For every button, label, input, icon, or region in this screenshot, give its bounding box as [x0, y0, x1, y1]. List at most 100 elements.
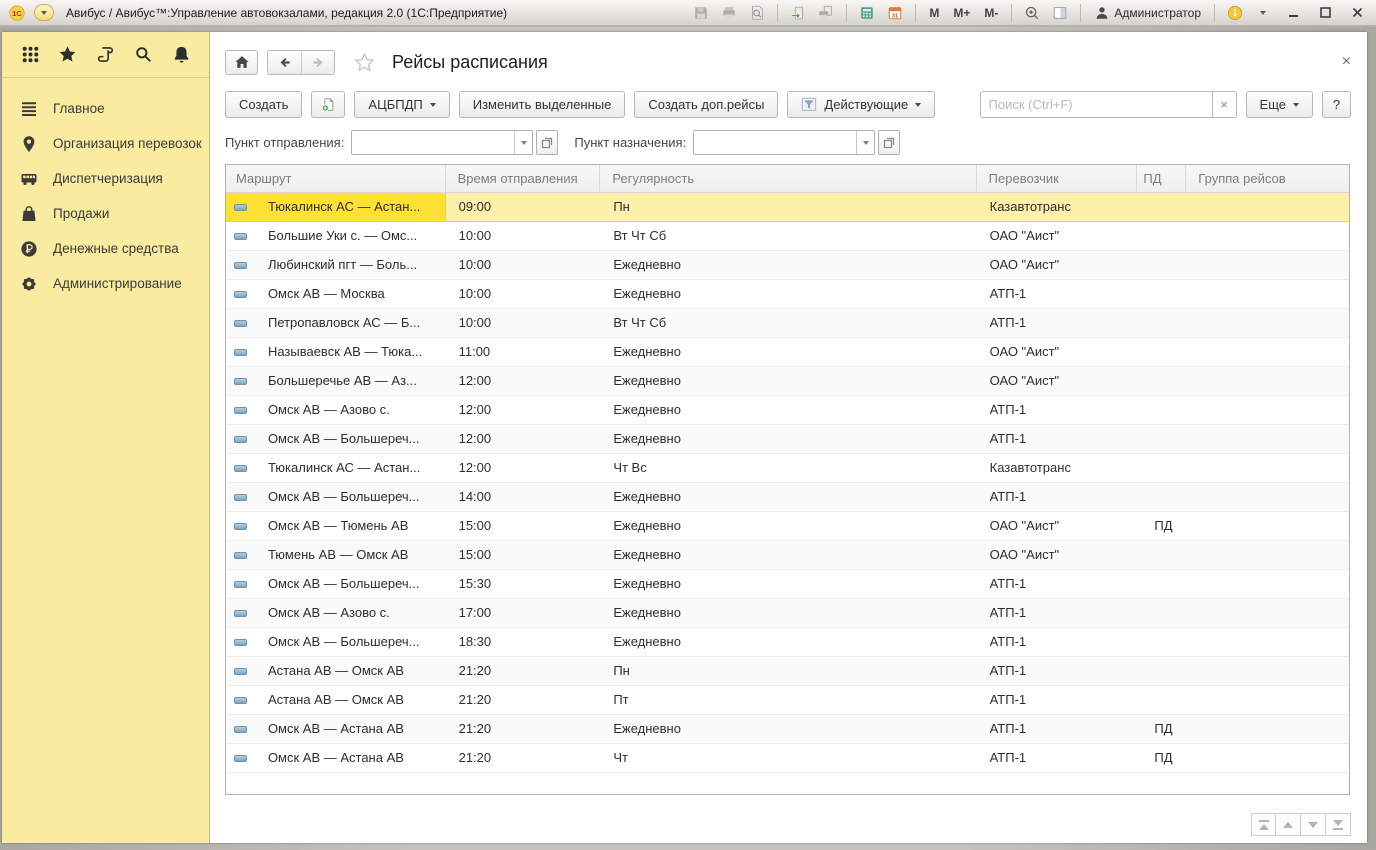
- cell-regularity[interactable]: Ежедневно: [600, 425, 976, 453]
- print-document-icon[interactable]: [815, 3, 837, 23]
- cell-group[interactable]: [1186, 483, 1349, 511]
- destination-open-button[interactable]: [878, 130, 900, 155]
- cell-route[interactable]: Омск АВ — Астана АВ: [256, 744, 446, 772]
- cell-carrier[interactable]: ОАО "Аист": [977, 367, 1138, 395]
- cell-carrier[interactable]: АТП-1: [977, 570, 1138, 598]
- cell-route[interactable]: Любинский пгт — Боль...: [256, 251, 446, 279]
- cell-pd[interactable]: [1137, 686, 1186, 714]
- zoom-icon[interactable]: [1021, 3, 1043, 23]
- create-button[interactable]: Создать: [225, 91, 302, 118]
- go-previous-button[interactable]: [1276, 813, 1301, 836]
- cell-regularity[interactable]: Пт: [600, 686, 976, 714]
- cell-time[interactable]: 14:00: [446, 483, 601, 511]
- table-row[interactable]: Омск АВ — Москва 10:00 Ежедневно АТП-1: [226, 280, 1349, 309]
- sidebar-item-main[interactable]: Главное: [2, 91, 209, 126]
- cell-route[interactable]: Астана АВ — Омск АВ: [256, 686, 446, 714]
- cell-regularity[interactable]: Ежедневно: [600, 280, 976, 308]
- active-filter-button[interactable]: Действующие: [787, 91, 935, 118]
- cell-carrier[interactable]: АТП-1: [977, 280, 1138, 308]
- forward-button[interactable]: [301, 50, 334, 75]
- cell-time[interactable]: 10:00: [446, 251, 601, 279]
- table-row[interactable]: Омск АВ — Большереч... 18:30 Ежедневно А…: [226, 628, 1349, 657]
- cell-regularity[interactable]: Ежедневно: [600, 396, 976, 424]
- cell-group[interactable]: [1186, 425, 1349, 453]
- print-icon[interactable]: [718, 3, 740, 23]
- table-row[interactable]: Омск АВ — Большереч... 12:00 Ежедневно А…: [226, 425, 1349, 454]
- sidebar-item-transport-org[interactable]: Организация перевозок: [2, 126, 209, 161]
- cell-group[interactable]: [1186, 309, 1349, 337]
- sidebar-item-dispatching[interactable]: Диспетчеризация: [2, 161, 209, 196]
- cell-regularity[interactable]: Вт Чт Сб: [600, 309, 976, 337]
- cell-group[interactable]: [1186, 367, 1349, 395]
- cell-group[interactable]: [1186, 280, 1349, 308]
- cell-route[interactable]: Петропавловск АС — Б...: [256, 309, 446, 337]
- cell-pd[interactable]: [1137, 454, 1186, 482]
- departure-input[interactable]: [352, 131, 514, 154]
- cell-route[interactable]: Тюмень АВ — Омск АВ: [256, 541, 446, 569]
- cell-carrier[interactable]: АТП-1: [977, 309, 1138, 337]
- send-document-icon[interactable]: [787, 3, 809, 23]
- cell-regularity[interactable]: Ежедневно: [600, 251, 976, 279]
- grid-menu-icon[interactable]: [19, 44, 41, 66]
- cell-route[interactable]: Большеречье АВ — Аз...: [256, 367, 446, 395]
- close-window-button[interactable]: [1344, 3, 1370, 23]
- cell-regularity[interactable]: Чт: [600, 744, 976, 772]
- cell-route[interactable]: Омск АВ — Азово с.: [256, 396, 446, 424]
- table-row[interactable]: Омск АВ — Азово с. 12:00 Ежедневно АТП-1: [226, 396, 1349, 425]
- more-button[interactable]: Еще: [1246, 91, 1313, 118]
- cell-group[interactable]: [1186, 454, 1349, 482]
- cell-time[interactable]: 17:00: [446, 599, 601, 627]
- cell-regularity[interactable]: Ежедневно: [600, 715, 976, 743]
- table-row[interactable]: Тюмень АВ — Омск АВ 15:00 Ежедневно ОАО …: [226, 541, 1349, 570]
- cell-pd[interactable]: [1137, 367, 1186, 395]
- cell-group[interactable]: [1186, 222, 1349, 250]
- cell-time[interactable]: 12:00: [446, 396, 601, 424]
- column-header-group[interactable]: Группа рейсов: [1186, 165, 1349, 192]
- cell-pd[interactable]: [1137, 483, 1186, 511]
- cell-time[interactable]: 09:00: [446, 193, 601, 221]
- cell-route[interactable]: Омск АВ — Азово с.: [256, 599, 446, 627]
- cell-route[interactable]: Омск АВ — Большереч...: [256, 628, 446, 656]
- table-row[interactable]: Тюкалинск АС — Астан... 12:00 Чт Вс Каза…: [226, 454, 1349, 483]
- column-header-pd[interactable]: ПД: [1137, 165, 1186, 192]
- history-scroll-icon[interactable]: [95, 44, 117, 66]
- cell-carrier[interactable]: АТП-1: [977, 628, 1138, 656]
- save-icon[interactable]: [690, 3, 712, 23]
- cell-time[interactable]: 21:20: [446, 686, 601, 714]
- cell-carrier[interactable]: АТП-1: [977, 715, 1138, 743]
- table-row[interactable]: Большие Уки с. — Омс... 10:00 Вт Чт Сб О…: [226, 222, 1349, 251]
- cell-route[interactable]: Астана АВ — Омск АВ: [256, 657, 446, 685]
- cell-pd[interactable]: [1137, 309, 1186, 337]
- cell-pd[interactable]: [1137, 541, 1186, 569]
- titlebar-menu-caret[interactable]: [1252, 3, 1274, 23]
- column-header-time[interactable]: Время отправления: [446, 165, 601, 192]
- cell-regularity[interactable]: Чт Вс: [600, 454, 976, 482]
- table-row[interactable]: Омск АВ — Астана АВ 21:20 Чт АТП-1 ПД: [226, 744, 1349, 773]
- memory-minus-button[interactable]: M-: [980, 6, 1002, 20]
- column-header-carrier[interactable]: Перевозчик: [977, 165, 1138, 192]
- minimize-button[interactable]: [1280, 3, 1306, 23]
- table-row[interactable]: Астана АВ — Омск АВ 21:20 Пт АТП-1: [226, 686, 1349, 715]
- cell-pd[interactable]: [1137, 599, 1186, 627]
- cell-group[interactable]: [1186, 541, 1349, 569]
- cell-time[interactable]: 11:00: [446, 338, 601, 366]
- cell-carrier[interactable]: Казавтотранс: [977, 454, 1138, 482]
- column-header-regularity[interactable]: Регулярность: [600, 165, 976, 192]
- cell-regularity[interactable]: Ежедневно: [600, 541, 976, 569]
- cell-group[interactable]: [1186, 715, 1349, 743]
- table-row[interactable]: Омск АВ — Тюмень АВ 15:00 Ежедневно ОАО …: [226, 512, 1349, 541]
- cell-route[interactable]: Омск АВ — Москва: [256, 280, 446, 308]
- cell-group[interactable]: [1186, 338, 1349, 366]
- cell-carrier[interactable]: АТП-1: [977, 483, 1138, 511]
- home-button[interactable]: [225, 50, 258, 75]
- cell-regularity[interactable]: Ежедневно: [600, 367, 976, 395]
- cell-group[interactable]: [1186, 251, 1349, 279]
- cell-regularity[interactable]: Ежедневно: [600, 512, 976, 540]
- departure-open-button[interactable]: [536, 130, 558, 155]
- sidebar-item-money[interactable]: Денежные средства: [2, 231, 209, 266]
- cell-time[interactable]: 12:00: [446, 425, 601, 453]
- cell-pd[interactable]: ПД: [1137, 512, 1186, 540]
- cell-carrier[interactable]: ОАО "Аист": [977, 338, 1138, 366]
- cell-group[interactable]: [1186, 193, 1349, 221]
- cell-pd[interactable]: [1137, 425, 1186, 453]
